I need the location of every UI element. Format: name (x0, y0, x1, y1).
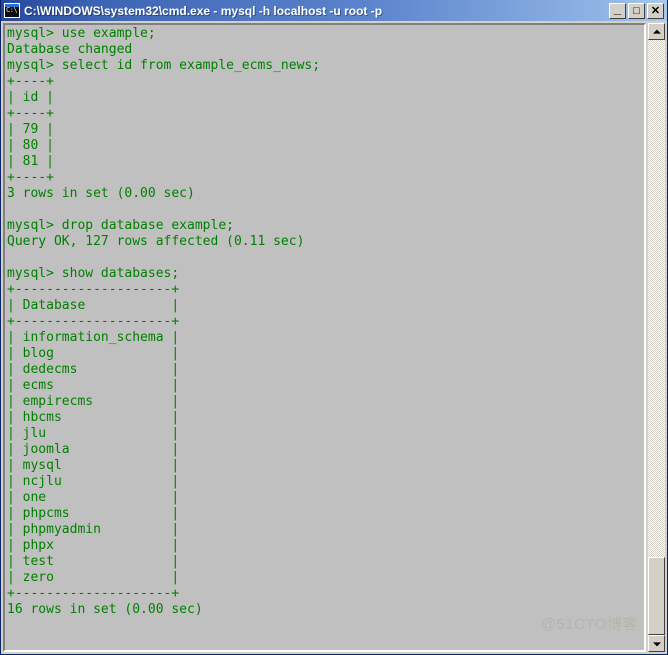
console-line: | 79 | (7, 122, 54, 137)
console-line: | phpcms | (7, 506, 180, 521)
console-line: Query OK, 127 rows affected (0.11 sec) (7, 234, 305, 249)
scrollbar-thumb[interactable] (648, 557, 665, 635)
console-frame: mysql> use example; Database changed mysql… (3, 23, 646, 652)
console-line: | test | (7, 554, 180, 569)
console-output[interactable]: mysql> use example; Database changed mysql… (7, 26, 644, 650)
console-line: | jlu | (7, 426, 180, 441)
console-line: | 81 | (7, 154, 54, 169)
console-line: 16 rows in set (0.00 sec) (7, 602, 203, 617)
console-line: | hbcms | (7, 410, 180, 425)
console-line: +----+ (7, 170, 54, 185)
maximize-button[interactable]: □ (628, 2, 645, 19)
console-line: mysql> show databases; (7, 266, 180, 281)
maximize-icon: □ (633, 4, 640, 17)
console-line: mysql> drop database example; (7, 218, 234, 233)
console-line: Database changed (7, 42, 133, 57)
chevron-up-icon (652, 29, 661, 34)
console-line: | blog | (7, 346, 180, 361)
console-line: | dedecms | (7, 362, 180, 377)
console-line: | one | (7, 490, 180, 505)
vertical-scrollbar[interactable] (648, 23, 665, 652)
console-line: | phpmyadmin | (7, 522, 180, 537)
console-line: | id | (7, 90, 54, 105)
console-line: | mysql | (7, 458, 180, 473)
console-line: mysql> select id from example_ecms_news; (7, 58, 321, 73)
title-bar[interactable]: C:\ C:\WINDOWS\system32\cmd.exe - mysql … (1, 0, 667, 21)
minimize-button[interactable]: _ (609, 0, 626, 19)
cmd-icon-label: C:\ (6, 6, 18, 14)
scroll-up-button[interactable] (648, 23, 665, 40)
chevron-down-icon (652, 641, 661, 646)
console-line: | joomla | (7, 442, 180, 457)
console-line: | 80 | (7, 138, 54, 153)
console-line: +--------------------+ (7, 282, 180, 297)
close-button[interactable]: ✕ (647, 2, 664, 19)
console-line: | zero | (7, 570, 180, 585)
console-line: | Database | (7, 298, 180, 313)
console-line: | information_schema | (7, 330, 180, 345)
window-client-area: mysql> use example; Database changed mysql… (1, 21, 667, 654)
cmd-icon: C:\ (4, 3, 20, 18)
scrollbar-track[interactable] (648, 40, 665, 635)
console-line: +--------------------+ (7, 586, 180, 601)
console-line: | empirecms | (7, 394, 180, 409)
console-line: | ecms | (7, 378, 180, 393)
cmd-window: C:\ C:\WINDOWS\system32\cmd.exe - mysql … (0, 0, 668, 655)
console-line: 3 rows in set (0.00 sec) (7, 186, 195, 201)
window-buttons: _ □ ✕ (609, 0, 665, 19)
close-icon: ✕ (650, 4, 661, 17)
console-line: mysql> use example; (7, 26, 156, 41)
console-line: | phpx | (7, 538, 180, 553)
console-line: | ncjlu | (7, 474, 180, 489)
minimize-icon: _ (613, 0, 622, 16)
scroll-down-button[interactable] (648, 635, 665, 652)
console-line: +----+ (7, 74, 54, 89)
window-title: C:\WINDOWS\system32\cmd.exe - mysql -h l… (24, 3, 383, 18)
console-line: +--------------------+ (7, 314, 180, 329)
console-line: +----+ (7, 106, 54, 121)
